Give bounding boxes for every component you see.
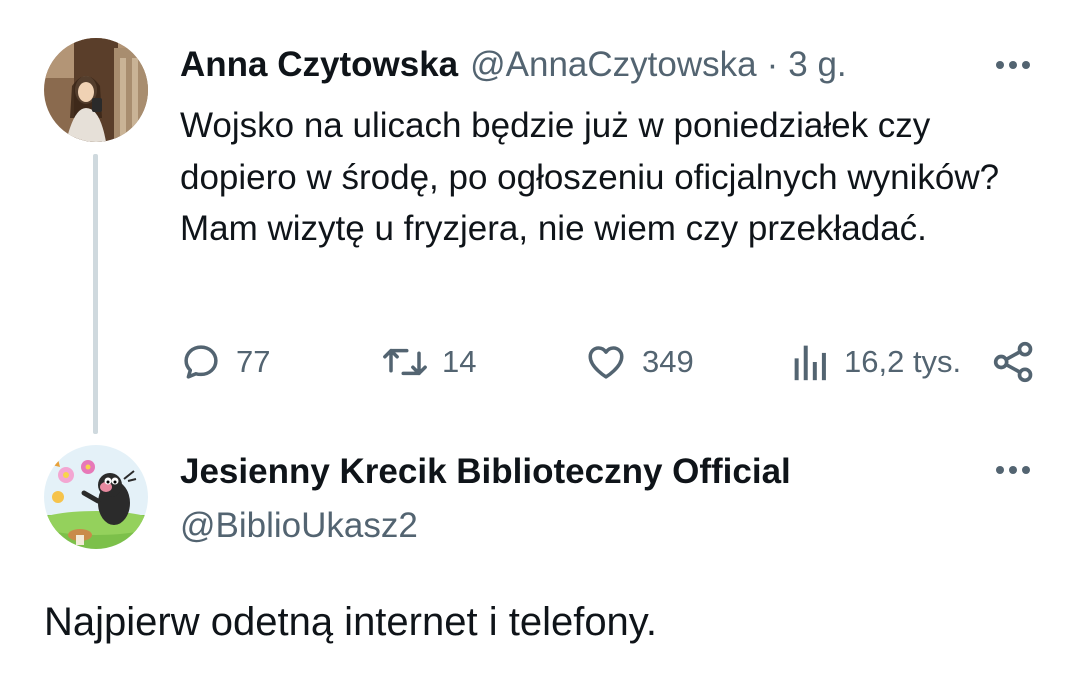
- avatar-photo: [44, 38, 148, 142]
- share-icon: [993, 341, 1033, 383]
- reply-count: 77: [236, 344, 271, 379]
- avatar-anna-czytowska[interactable]: [44, 38, 148, 142]
- more-horizontal-icon: [996, 61, 1030, 69]
- views-count: 16,2 tys.: [844, 344, 962, 379]
- more-horizontal-icon: [996, 466, 1030, 474]
- views-button[interactable]: 16,2 tys.: [792, 338, 961, 386]
- author-handle[interactable]: @BiblioUkasz2: [180, 506, 418, 546]
- heart-icon: [588, 346, 624, 379]
- like-count: 349: [642, 344, 694, 379]
- views-chart-icon: [794, 345, 826, 381]
- more-options-button[interactable]: [993, 450, 1033, 490]
- tweet-text: Najpierw odetną internet i telefony.: [44, 600, 657, 644]
- avatar-mole-illustration: [44, 445, 148, 549]
- author-name[interactable]: Jesienny Krecik Biblioteczny Official: [180, 452, 791, 492]
- thread-connector-line: [93, 154, 98, 434]
- tweet-timestamp[interactable]: 3 g.: [788, 45, 846, 85]
- more-options-button[interactable]: [993, 45, 1033, 85]
- reply-icon: [184, 345, 218, 379]
- tweet-text: Wojsko na ulicach będzie już w poniedzia…: [180, 106, 1000, 248]
- avatar-jesienny-krecik[interactable]: [44, 445, 148, 549]
- retweet-icon: [383, 348, 427, 376]
- retweet-count: 14: [442, 344, 477, 379]
- reply-button[interactable]: 77: [180, 338, 270, 386]
- tweet-actions-bar: 77 14 349 16,2 tys.: [180, 338, 1040, 386]
- share-button[interactable]: [992, 338, 1036, 386]
- meta-separator: ·: [766, 45, 779, 84]
- author-name[interactable]: Anna Czytowska: [180, 45, 458, 85]
- tweet1-header: Anna Czytowska @AnnaCzytowska · 3 g.: [180, 45, 847, 85]
- author-handle[interactable]: @AnnaCzytowska: [470, 45, 756, 85]
- retweet-button[interactable]: 14: [382, 338, 476, 386]
- like-button[interactable]: 349: [584, 338, 694, 386]
